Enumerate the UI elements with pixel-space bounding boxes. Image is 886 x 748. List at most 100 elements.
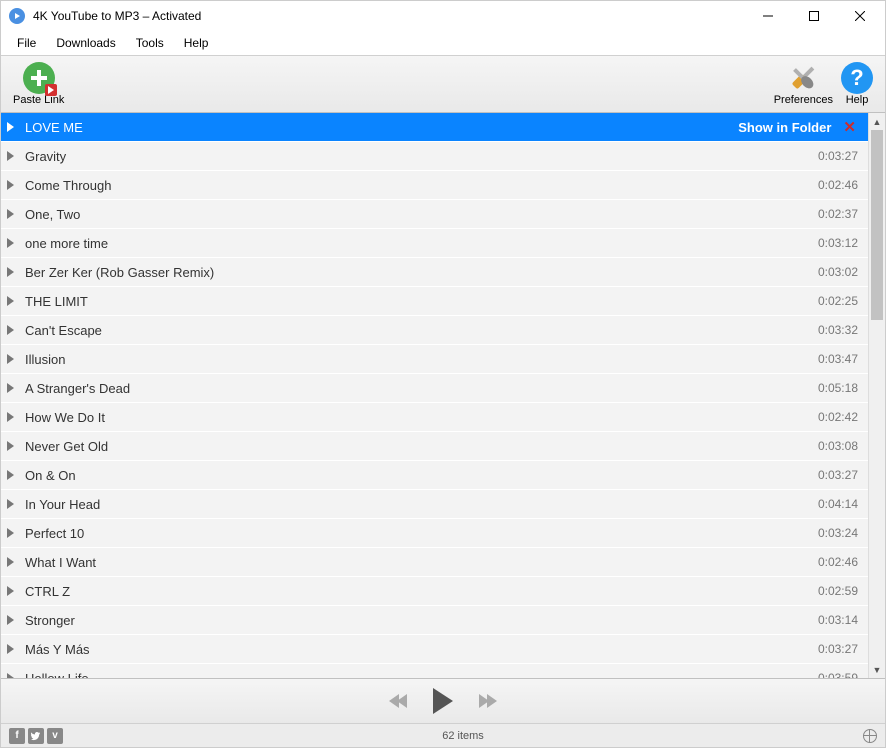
play-button[interactable]: [433, 688, 453, 714]
play-icon: [433, 688, 453, 714]
track-row[interactable]: CTRL Z0:02:59: [1, 577, 868, 606]
window-titlebar: 4K YouTube to MP3 – Activated: [1, 1, 885, 31]
track-duration: 0:03:59: [818, 671, 858, 678]
close-icon: [855, 11, 865, 21]
track-duration: 0:02:46: [818, 178, 858, 192]
play-icon: [7, 468, 19, 483]
track-duration: 0:03:08: [818, 439, 858, 453]
remove-track-button[interactable]: ✕: [841, 118, 858, 136]
track-duration: 0:02:59: [818, 584, 858, 598]
track-title: Ber Zer Ker (Rob Gasser Remix): [19, 265, 818, 280]
track-row[interactable]: Ber Zer Ker (Rob Gasser Remix)0:03:02: [1, 258, 868, 287]
track-duration: 0:03:47: [818, 352, 858, 366]
track-title: THE LIMIT: [19, 294, 818, 309]
app-icon: [9, 8, 25, 24]
track-row[interactable]: A Stranger's Dead0:05:18: [1, 374, 868, 403]
show-in-folder-link[interactable]: Show in Folder: [738, 120, 831, 135]
track-title: On & On: [19, 468, 818, 483]
play-icon: [7, 671, 19, 679]
track-duration: 0:03:32: [818, 323, 858, 337]
preferences-label: Preferences: [774, 94, 833, 106]
window-title: 4K YouTube to MP3 – Activated: [33, 9, 745, 23]
menu-downloads[interactable]: Downloads: [46, 33, 125, 53]
menu-file[interactable]: File: [7, 33, 46, 53]
minimize-button[interactable]: [745, 1, 791, 31]
track-duration: 0:03:12: [818, 236, 858, 250]
track-row[interactable]: On & On0:03:27: [1, 461, 868, 490]
globe-icon[interactable]: [863, 729, 877, 743]
menu-help[interactable]: Help: [174, 33, 219, 53]
track-title: Stronger: [19, 613, 818, 628]
play-icon: [7, 323, 19, 338]
play-icon: [7, 352, 19, 367]
track-row-selected[interactable]: LOVE ME Show in Folder ✕: [1, 113, 868, 142]
track-title: Hollow Life: [19, 671, 818, 679]
track-row[interactable]: Illusion0:03:47: [1, 345, 868, 374]
next-button[interactable]: [481, 694, 497, 708]
play-icon: [7, 381, 19, 396]
track-row[interactable]: one more time0:03:12: [1, 229, 868, 258]
track-title: In Your Head: [19, 497, 818, 512]
scroll-track[interactable]: [869, 130, 885, 661]
vertical-scrollbar[interactable]: ▲ ▼: [868, 113, 885, 678]
track-row[interactable]: In Your Head0:04:14: [1, 490, 868, 519]
track-duration: 0:03:02: [818, 265, 858, 279]
track-list[interactable]: LOVE ME Show in Folder ✕ Gravity0:03:27C…: [1, 113, 868, 678]
track-row[interactable]: Más Y Más0:03:27: [1, 635, 868, 664]
track-duration: 0:02:42: [818, 410, 858, 424]
toolbar: Paste Link Preferences ? Help: [1, 55, 885, 113]
play-icon: [7, 410, 19, 425]
track-title: Perfect 10: [19, 526, 818, 541]
track-row[interactable]: What I Want0:02:46: [1, 548, 868, 577]
preferences-button[interactable]: Preferences: [770, 60, 837, 108]
track-row[interactable]: THE LIMIT0:02:25: [1, 287, 868, 316]
play-icon: [7, 613, 19, 628]
track-row[interactable]: Never Get Old0:03:08: [1, 432, 868, 461]
track-row[interactable]: How We Do It0:02:42: [1, 403, 868, 432]
paste-link-button[interactable]: Paste Link: [9, 60, 68, 108]
play-icon: [7, 265, 19, 280]
track-row[interactable]: Hollow Life0:03:59: [1, 664, 868, 678]
previous-button[interactable]: [389, 694, 405, 708]
track-duration: 0:05:18: [818, 381, 858, 395]
item-count: 62 items: [63, 730, 863, 742]
track-title: one more time: [19, 236, 818, 251]
track-row[interactable]: Come Through0:02:46: [1, 171, 868, 200]
track-title: Can't Escape: [19, 323, 818, 338]
play-icon: [7, 236, 19, 251]
track-title: Come Through: [19, 178, 818, 193]
track-list-container: LOVE ME Show in Folder ✕ Gravity0:03:27C…: [1, 113, 885, 679]
close-button[interactable]: [837, 1, 883, 31]
track-title: Never Get Old: [19, 439, 818, 454]
track-row[interactable]: Perfect 100:03:24: [1, 519, 868, 548]
statusbar: f v 62 items: [1, 723, 885, 747]
maximize-button[interactable]: [791, 1, 837, 31]
scroll-up-button[interactable]: ▲: [869, 113, 885, 130]
track-duration: 0:02:46: [818, 555, 858, 569]
menu-tools[interactable]: Tools: [126, 33, 174, 53]
track-title: What I Want: [19, 555, 818, 570]
twitter-icon[interactable]: [28, 728, 44, 744]
track-duration: 0:03:24: [818, 526, 858, 540]
play-icon: [7, 178, 19, 193]
play-icon: [7, 294, 19, 309]
scroll-thumb[interactable]: [871, 130, 883, 320]
track-title: How We Do It: [19, 410, 818, 425]
menubar: File Downloads Tools Help: [1, 31, 885, 55]
paste-link-label: Paste Link: [13, 94, 64, 106]
window-controls: [745, 1, 883, 31]
track-row[interactable]: Can't Escape0:03:32: [1, 316, 868, 345]
help-button[interactable]: ? Help: [837, 60, 877, 108]
track-title: Más Y Más: [19, 642, 818, 657]
help-label: Help: [846, 94, 869, 106]
track-title: CTRL Z: [19, 584, 818, 599]
play-icon: [7, 642, 19, 657]
track-row[interactable]: Gravity0:03:27: [1, 142, 868, 171]
vimeo-icon[interactable]: v: [47, 728, 63, 744]
player-controls: [1, 679, 885, 723]
facebook-icon[interactable]: f: [9, 728, 25, 744]
scroll-down-button[interactable]: ▼: [869, 661, 885, 678]
track-title: One, Two: [19, 207, 818, 222]
track-row[interactable]: Stronger0:03:14: [1, 606, 868, 635]
track-row[interactable]: One, Two0:02:37: [1, 200, 868, 229]
